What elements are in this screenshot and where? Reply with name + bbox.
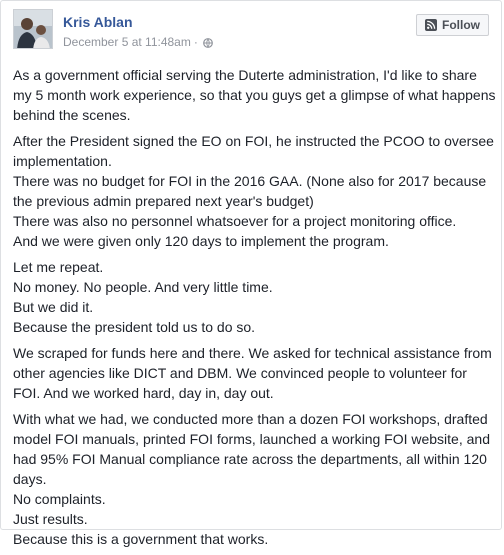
meta-separator: ·	[193, 35, 198, 49]
author-name[interactable]: Kris Ablan	[63, 14, 133, 30]
paragraph-repeat: Let me repeat. No money. No people. And …	[13, 257, 497, 337]
text-line: There was also no personnel whatsoever f…	[13, 213, 457, 229]
paragraph-results: With what we had, we conducted more than…	[13, 409, 497, 549]
follow-label: Follow	[442, 18, 480, 32]
paragraph-intro: As a government official serving the Dut…	[13, 65, 497, 125]
text-line: And we were given only 120 days to imple…	[13, 233, 389, 249]
text-line: Because this is a government that works.	[13, 531, 269, 547]
post-card: Kris Ablan December 5 at 11:48am · Follo…	[0, 0, 502, 547]
text-line: We scraped for funds here and there. We …	[13, 345, 492, 401]
text-line: No money. No people. And very little tim…	[13, 279, 273, 295]
text-line: No complaints.	[13, 491, 106, 507]
text-line: There was no budget for FOI in the 2016 …	[13, 173, 487, 209]
rss-icon	[425, 19, 437, 31]
text-line: Let me repeat.	[13, 259, 104, 275]
paragraph-effort: We scraped for funds here and there. We …	[13, 343, 497, 403]
post-header: Kris Ablan December 5 at 11:48am · Follo…	[13, 9, 493, 57]
text-line: Just results.	[13, 511, 88, 527]
paragraph-background: After the President signed the EO on FOI…	[13, 131, 497, 251]
text-line: Because the president told us to do so.	[13, 319, 256, 335]
text-line: After the President signed the EO on FOI…	[13, 133, 494, 169]
post-meta: December 5 at 11:48am ·	[63, 35, 213, 49]
author-avatar[interactable]	[13, 9, 53, 49]
follow-button[interactable]: Follow	[416, 14, 489, 36]
post-body: As a government official serving the Dut…	[13, 65, 497, 555]
text-line: But we did it.	[13, 299, 94, 315]
text-line: As a government official serving the Dut…	[13, 67, 496, 123]
text-line: With what we had, we conducted more than…	[13, 411, 490, 487]
post-timestamp[interactable]: December 5 at 11:48am	[63, 35, 191, 49]
globe-icon[interactable]	[202, 37, 213, 48]
